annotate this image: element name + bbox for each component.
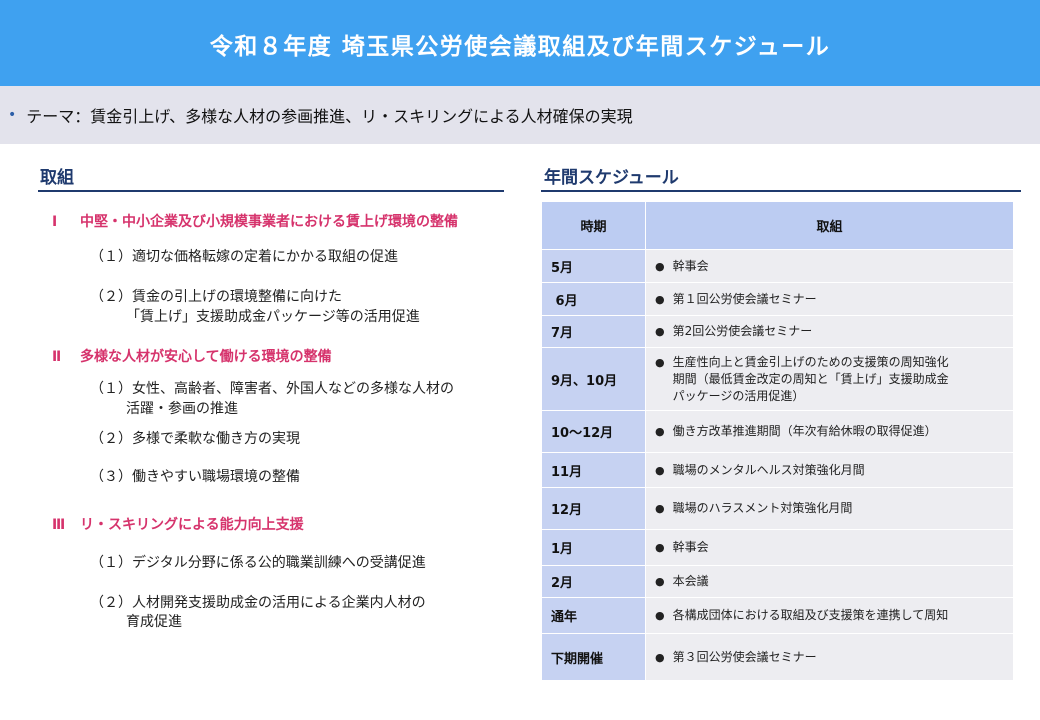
bullet-icon: ● [655,463,665,477]
table-row: 2月 ● 本会議 [541,565,1014,598]
theme-bullet: • [8,107,17,123]
action-text: 職場のハラスメント対策強化月間 [672,501,853,515]
action-cell: ● 生産性向上と賃金引上げのための支援策の周知強化 期間（最低賃金改定の周知と「賃上… [645,347,1014,411]
title-banner: 令和８年度 埼玉県公労使会議取組及び年間スケジュール [0,0,1040,86]
heading-2: Ⅱ 多様な人材が安心して働ける環境の整備 [52,346,332,366]
bullet-icon: ● [655,355,665,369]
bullet-icon: ● [655,292,665,306]
table-row: 1月 ● 幹事会 [541,529,1014,566]
heading-1-label: 中堅・中小企業及び小規模事業者における賃上げ環境の整備 [80,214,458,230]
action-text: 幹事会 [672,540,709,554]
table-row: 下期開催 ● 第３回公労使会議セミナー [541,633,1014,681]
item-3-1: （１）デジタル分野に係る公的職業訓練への受講促進 [90,555,426,571]
section-divider-left [38,190,504,192]
action-cell: ● 第３回公労使会議セミナー [645,633,1014,681]
heading-3-label: リ・スキリングによる能力向上支援 [80,517,304,533]
bullet-icon: ● [655,325,665,338]
period-cell: 6月 [541,282,646,316]
action-text: 本会議 [672,574,709,588]
schedule-table: 時期 取組 5月 ● 幹事会 6月 ● 第１回公労使会議セミナー 7月 ● 第2回公労… [541,201,1014,681]
action-text: 職場のメンタルヘルス対策強化月間 [672,462,865,477]
heading-3-number: Ⅲ [52,517,66,533]
table-row: 通年 ● 各構成団体における取組及び支援策を連携して周知 [541,597,1014,634]
period-cell: 通年 [541,597,646,634]
bullet-icon: ● [655,259,665,273]
item-3-2: （２）人材開発支援助成金の活用による企業内人材の [90,595,426,611]
period-cell: 7月 [541,315,646,348]
theme-text: テーマ：賃金引上げ、多様な人材の参画推進、リ・スキリングによる人材確保の実現 [26,107,633,126]
schedule-header-row: 時期 取組 [541,201,1014,250]
action-cell: ● 本会議 [645,565,1014,598]
action-text-line-3: パッケージの活用促進） [672,388,805,403]
action-text: 生産性向上と賃金引上げのための支援策の周知強化 期間（最低賃金改定の周知と「賃上げ… [673,354,949,405]
item-1-2: （２）賃金の引上げの環境整備に向けた [90,289,342,305]
table-row: 5月 ● 幹事会 [541,249,1014,283]
period-cell: 1月 [541,529,646,566]
heading-1: Ⅰ 中堅・中小企業及び小規模事業者における賃上げ環境の整備 [52,211,458,231]
action-text: 幹事会 [672,258,709,273]
page-title: 令和８年度 埼玉県公労使会議取組及び年間スケジュール [209,34,831,60]
section-divider-right [541,190,1021,192]
action-cell: ● 働き方改革推進期間（年次有給休暇の取得促進） [645,410,1014,453]
header-period: 時期 [541,201,646,250]
period-cell: 9月、10月 [541,347,646,411]
header-action: 取組 [645,201,1014,250]
period-cell: 5月 [541,249,646,283]
table-row: 7月 ● 第2回公労使会議セミナー [541,315,1014,348]
bullet-icon: ● [655,650,665,664]
section-title-schedule: 年間スケジュール [544,168,679,188]
item-2-2: （２）多様で柔軟な働き方の実現 [90,431,300,447]
action-cell: ● 第2回公労使会議セミナー [645,315,1014,348]
action-cell: ● 各構成団体における取組及び支援策を連携して周知 [645,597,1014,634]
heading-3: Ⅲ リ・スキリングによる能力向上支援 [52,514,304,534]
table-row: 9月、10月 ● 生産性向上と賃金引上げのための支援策の周知強化 期間（最低賃金改定… [541,347,1014,411]
period-cell: 12月 [541,487,646,530]
action-cell: ● 職場のハラスメント対策強化月間 [645,487,1014,530]
section-title-initiatives: 取組 [40,168,74,188]
action-text: 第１回公労使会議セミナー [672,291,817,306]
item-1-2-cont: 「賃上げ」支援助成金パッケージ等の活用促進 [126,309,420,325]
bullet-icon: ● [655,575,665,588]
item-2-3: （３）働きやすい職場環境の整備 [90,469,300,485]
action-text: 働き方改革推進期間（年次有給休暇の取得促進） [672,424,937,438]
item-2-1-cont: 活躍・参画の推進 [126,401,238,417]
action-text-line-2: 期間（最低賃金改定の周知と「賃上げ」支援助成金 [672,371,949,386]
period-cell: 下期開催 [541,633,646,681]
theme-bar: • テーマ：賃金引上げ、多様な人材の参画推進、リ・スキリングによる人材確保の実現 [0,86,1040,144]
period-cell: 2月 [541,565,646,598]
action-text: 第３回公労使会議セミナー [672,649,817,664]
bullet-icon: ● [655,502,665,515]
bullet-icon: ● [655,541,665,554]
action-cell: ● 職場のメンタルヘルス対策強化月間 [645,452,1014,488]
action-cell: ● 幹事会 [645,249,1014,283]
item-2-1: （１）女性、高齢者、障害者、外国人などの多様な人材の [90,381,454,397]
bullet-icon: ● [655,609,665,622]
table-row: 6月 ● 第１回公労使会議セミナー [541,282,1014,316]
item-3-2-cont: 育成促進 [126,614,182,630]
bullet-icon: ● [655,425,665,438]
heading-1-number: Ⅰ [52,214,58,230]
table-row: 11月 ● 職場のメンタルヘルス対策強化月間 [541,452,1014,488]
table-row: 12月 ● 職場のハラスメント対策強化月間 [541,487,1014,530]
heading-2-label: 多様な人材が安心して働ける環境の整備 [80,349,332,365]
item-1-1: （１）適切な価格転嫁の定着にかかる取組の促進 [90,249,398,265]
heading-2-number: Ⅱ [52,349,62,365]
action-text: 第2回公労使会議セミナー [672,324,813,338]
period-cell: 10～12月 [541,410,646,453]
action-cell: ● 幹事会 [645,529,1014,566]
action-cell: ● 第１回公労使会議セミナー [645,282,1014,316]
action-text: 各構成団体における取組及び支援策を連携して周知 [672,608,949,622]
period-cell: 11月 [541,452,646,488]
table-row: 10～12月 ● 働き方改革推進期間（年次有給休暇の取得促進） [541,410,1014,453]
action-text-line-1: 生産性向上と賃金引上げのための支援策の周知強化 [672,354,949,369]
